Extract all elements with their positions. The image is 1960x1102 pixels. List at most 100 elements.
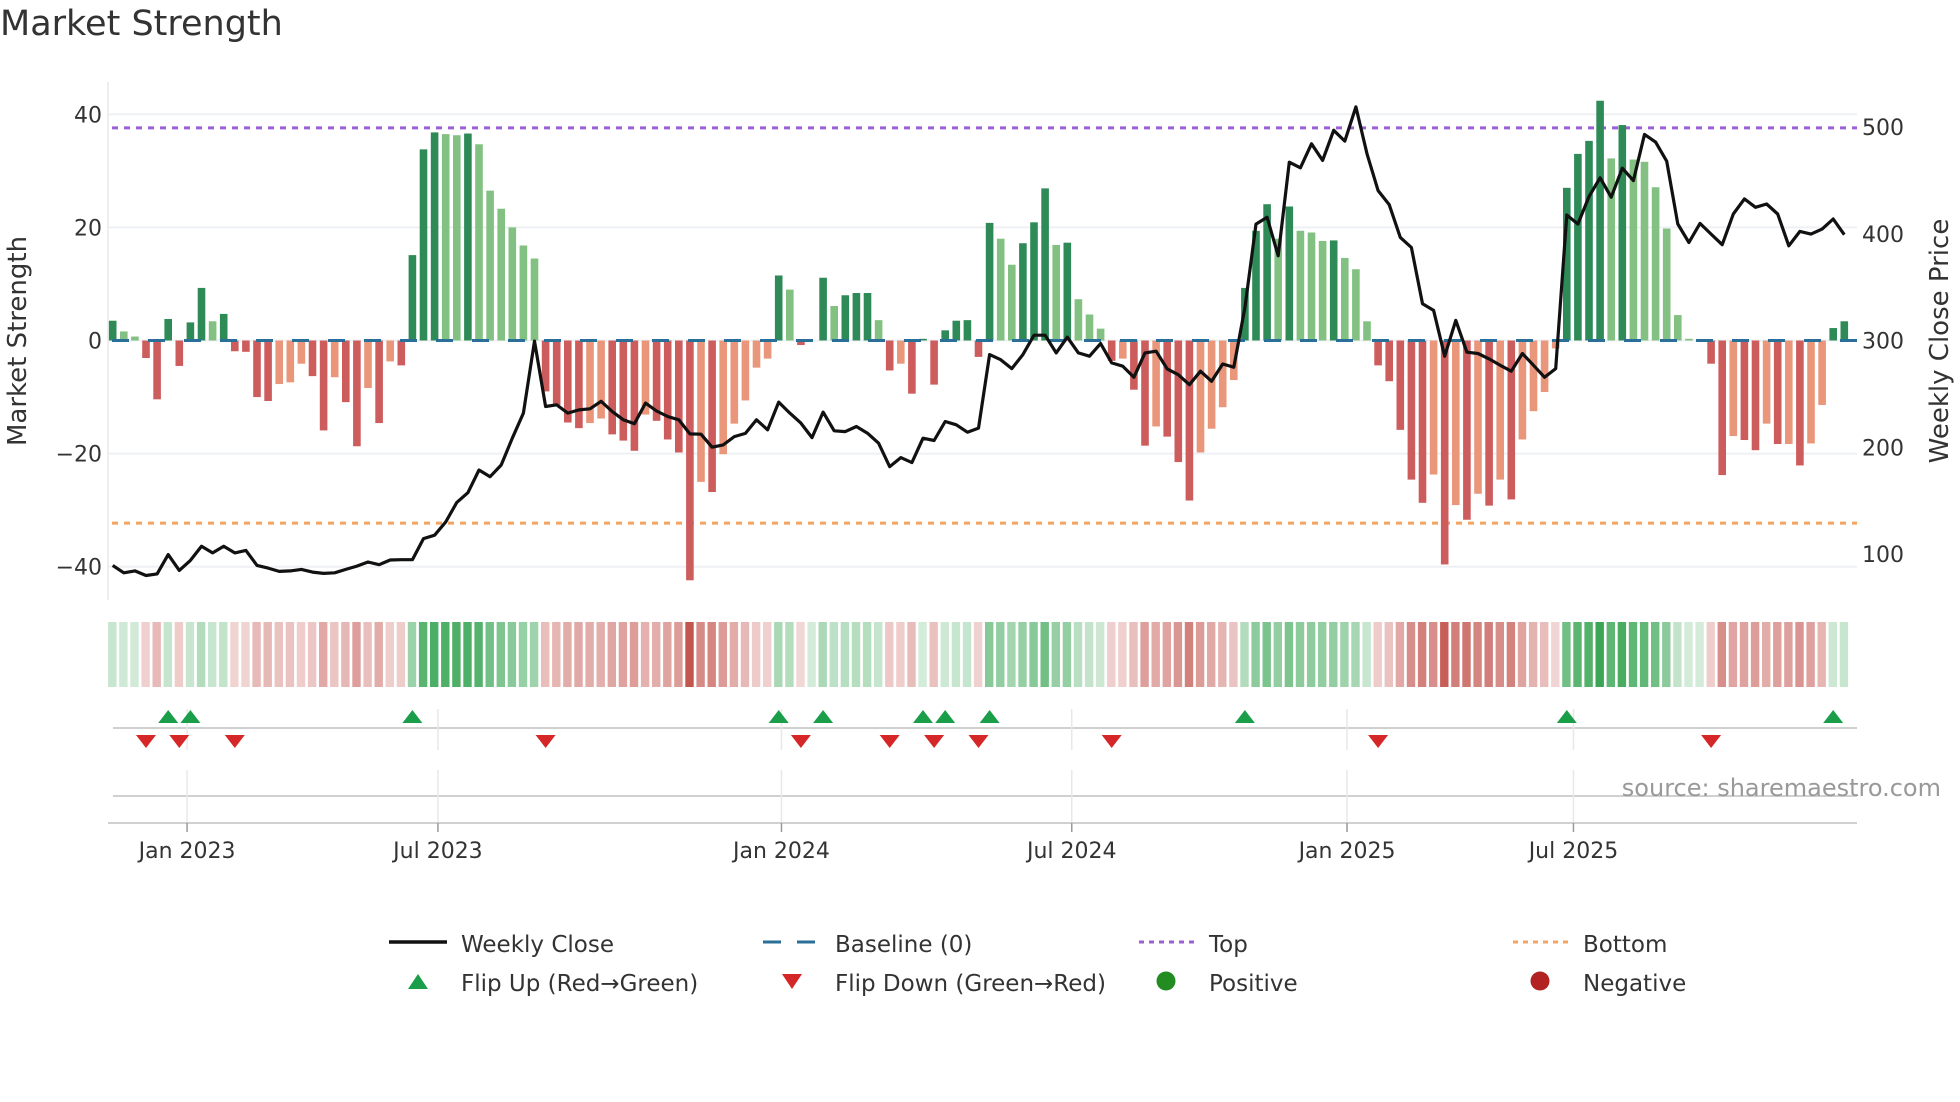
- strip-cell: [918, 622, 927, 687]
- flip-up-marker: [913, 710, 933, 723]
- legend-item: Flip Down (Green→Red): [763, 971, 1106, 997]
- flip-up-marker: [158, 710, 179, 723]
- strip-cell: [1273, 622, 1282, 687]
- strip-cell: [985, 622, 994, 687]
- legend-label: Positive: [1209, 971, 1298, 997]
- strength-bar: [719, 340, 727, 455]
- strip-cell: [1007, 622, 1016, 687]
- strength-bar: [1818, 340, 1826, 405]
- strength-bar: [763, 340, 772, 359]
- legend-label: Baseline (0): [835, 932, 973, 958]
- strength-bar: [131, 336, 139, 341]
- strip-cell: [1373, 622, 1382, 687]
- strength-bar: [1008, 264, 1016, 341]
- strip-cell: [763, 622, 772, 687]
- strength-bar: [164, 319, 172, 341]
- strength-bar: [1352, 269, 1360, 341]
- strip-cell: [1473, 622, 1482, 687]
- strength-bar: [663, 340, 672, 440]
- strength-bar: [774, 275, 783, 341]
- strip-cell: [1662, 622, 1671, 687]
- strength-bar: [552, 340, 561, 405]
- x-tick-label: Jul 2024: [1025, 839, 1117, 864]
- strength-bar: [1163, 340, 1171, 437]
- strength-bar: [1496, 340, 1504, 480]
- strength-bar: [996, 238, 1005, 341]
- strength-bar: [841, 295, 850, 341]
- left-tick-label: −20: [56, 443, 102, 468]
- strip-cell: [807, 622, 816, 687]
- strip-cell: [1562, 622, 1571, 687]
- strip-cell: [330, 622, 339, 687]
- strip-cell: [996, 622, 1005, 687]
- legend-item: Flip Up (Red→Green): [389, 971, 698, 997]
- strip-cell: [1839, 622, 1849, 687]
- strength-bar: [1596, 100, 1604, 341]
- strength-bar: [1174, 340, 1183, 463]
- strip-cell: [1784, 622, 1793, 687]
- right-tick-label: 200: [1862, 436, 1904, 461]
- dash-swatch-icon: [763, 935, 821, 955]
- left-tick-label: 0: [88, 330, 102, 355]
- flip-up-marker: [768, 710, 789, 723]
- strength-bar: [108, 320, 117, 341]
- left-tick-label: 20: [74, 216, 102, 241]
- strip-cell: [1162, 622, 1171, 687]
- flip-up-marker: [1234, 710, 1255, 723]
- strip-cell: [1495, 622, 1504, 687]
- strip-cell: [529, 622, 539, 687]
- strip-cell: [1795, 622, 1804, 687]
- strength-bar: [952, 320, 961, 341]
- strip-cell: [1284, 622, 1294, 687]
- legend-item: Negative: [1511, 971, 1686, 997]
- strip-cell: [1540, 622, 1549, 687]
- strip-cell: [1029, 622, 1038, 687]
- strength-bar: [1729, 340, 1738, 437]
- strip-cell: [1096, 622, 1105, 687]
- strip-cell: [951, 622, 961, 687]
- strength-bar: [1130, 340, 1138, 390]
- strip-cell: [1140, 622, 1149, 687]
- strip-cell: [507, 622, 517, 687]
- strength-bar: [630, 340, 639, 451]
- strip-cell: [1173, 622, 1183, 687]
- strip-cell: [208, 622, 217, 687]
- strip-cell: [596, 622, 605, 687]
- strength-bar: [1030, 222, 1038, 341]
- strip-cell: [1251, 622, 1260, 687]
- strip-cell: [174, 622, 184, 687]
- strength-bar: [1396, 340, 1405, 430]
- right-tick-label: 100: [1862, 543, 1904, 568]
- strip-cell: [1595, 622, 1604, 687]
- strip-cell: [1318, 622, 1327, 687]
- flip-up-marker: [935, 710, 956, 723]
- strength-bar: [1019, 243, 1027, 341]
- strength-bar: [597, 340, 605, 419]
- strip-cell: [1695, 622, 1704, 687]
- strip-cell: [463, 622, 472, 687]
- strength-bar: [852, 292, 861, 341]
- legend-item: Bottom: [1511, 932, 1667, 958]
- right-axis-title: Weekly Close Price: [1925, 219, 1955, 464]
- x-tick-label: Jan 2025: [1297, 839, 1396, 864]
- strip-cell: [385, 622, 394, 687]
- strength-bar: [885, 340, 894, 371]
- strength-bar: [1440, 340, 1449, 565]
- strip-cell: [840, 622, 850, 687]
- legend-item: Top: [1137, 932, 1248, 958]
- strip-cell: [319, 622, 328, 687]
- legend-label: Weekly Close: [461, 932, 614, 958]
- strength-bar: [1341, 257, 1349, 341]
- strength-bar: [908, 340, 916, 394]
- flip-down-marker: [169, 735, 190, 748]
- dotted-line-swatch-icon: [1511, 935, 1569, 955]
- strength-bar: [375, 340, 383, 424]
- strength-bar: [1707, 340, 1715, 364]
- strip-cell: [363, 622, 372, 687]
- strip-cell: [1673, 622, 1682, 687]
- strength-bar: [1540, 340, 1549, 392]
- strength-bar: [974, 340, 983, 357]
- strength-bar: [1085, 314, 1094, 341]
- flip-down-marker: [1368, 735, 1389, 748]
- flip-down-marker: [1701, 735, 1722, 748]
